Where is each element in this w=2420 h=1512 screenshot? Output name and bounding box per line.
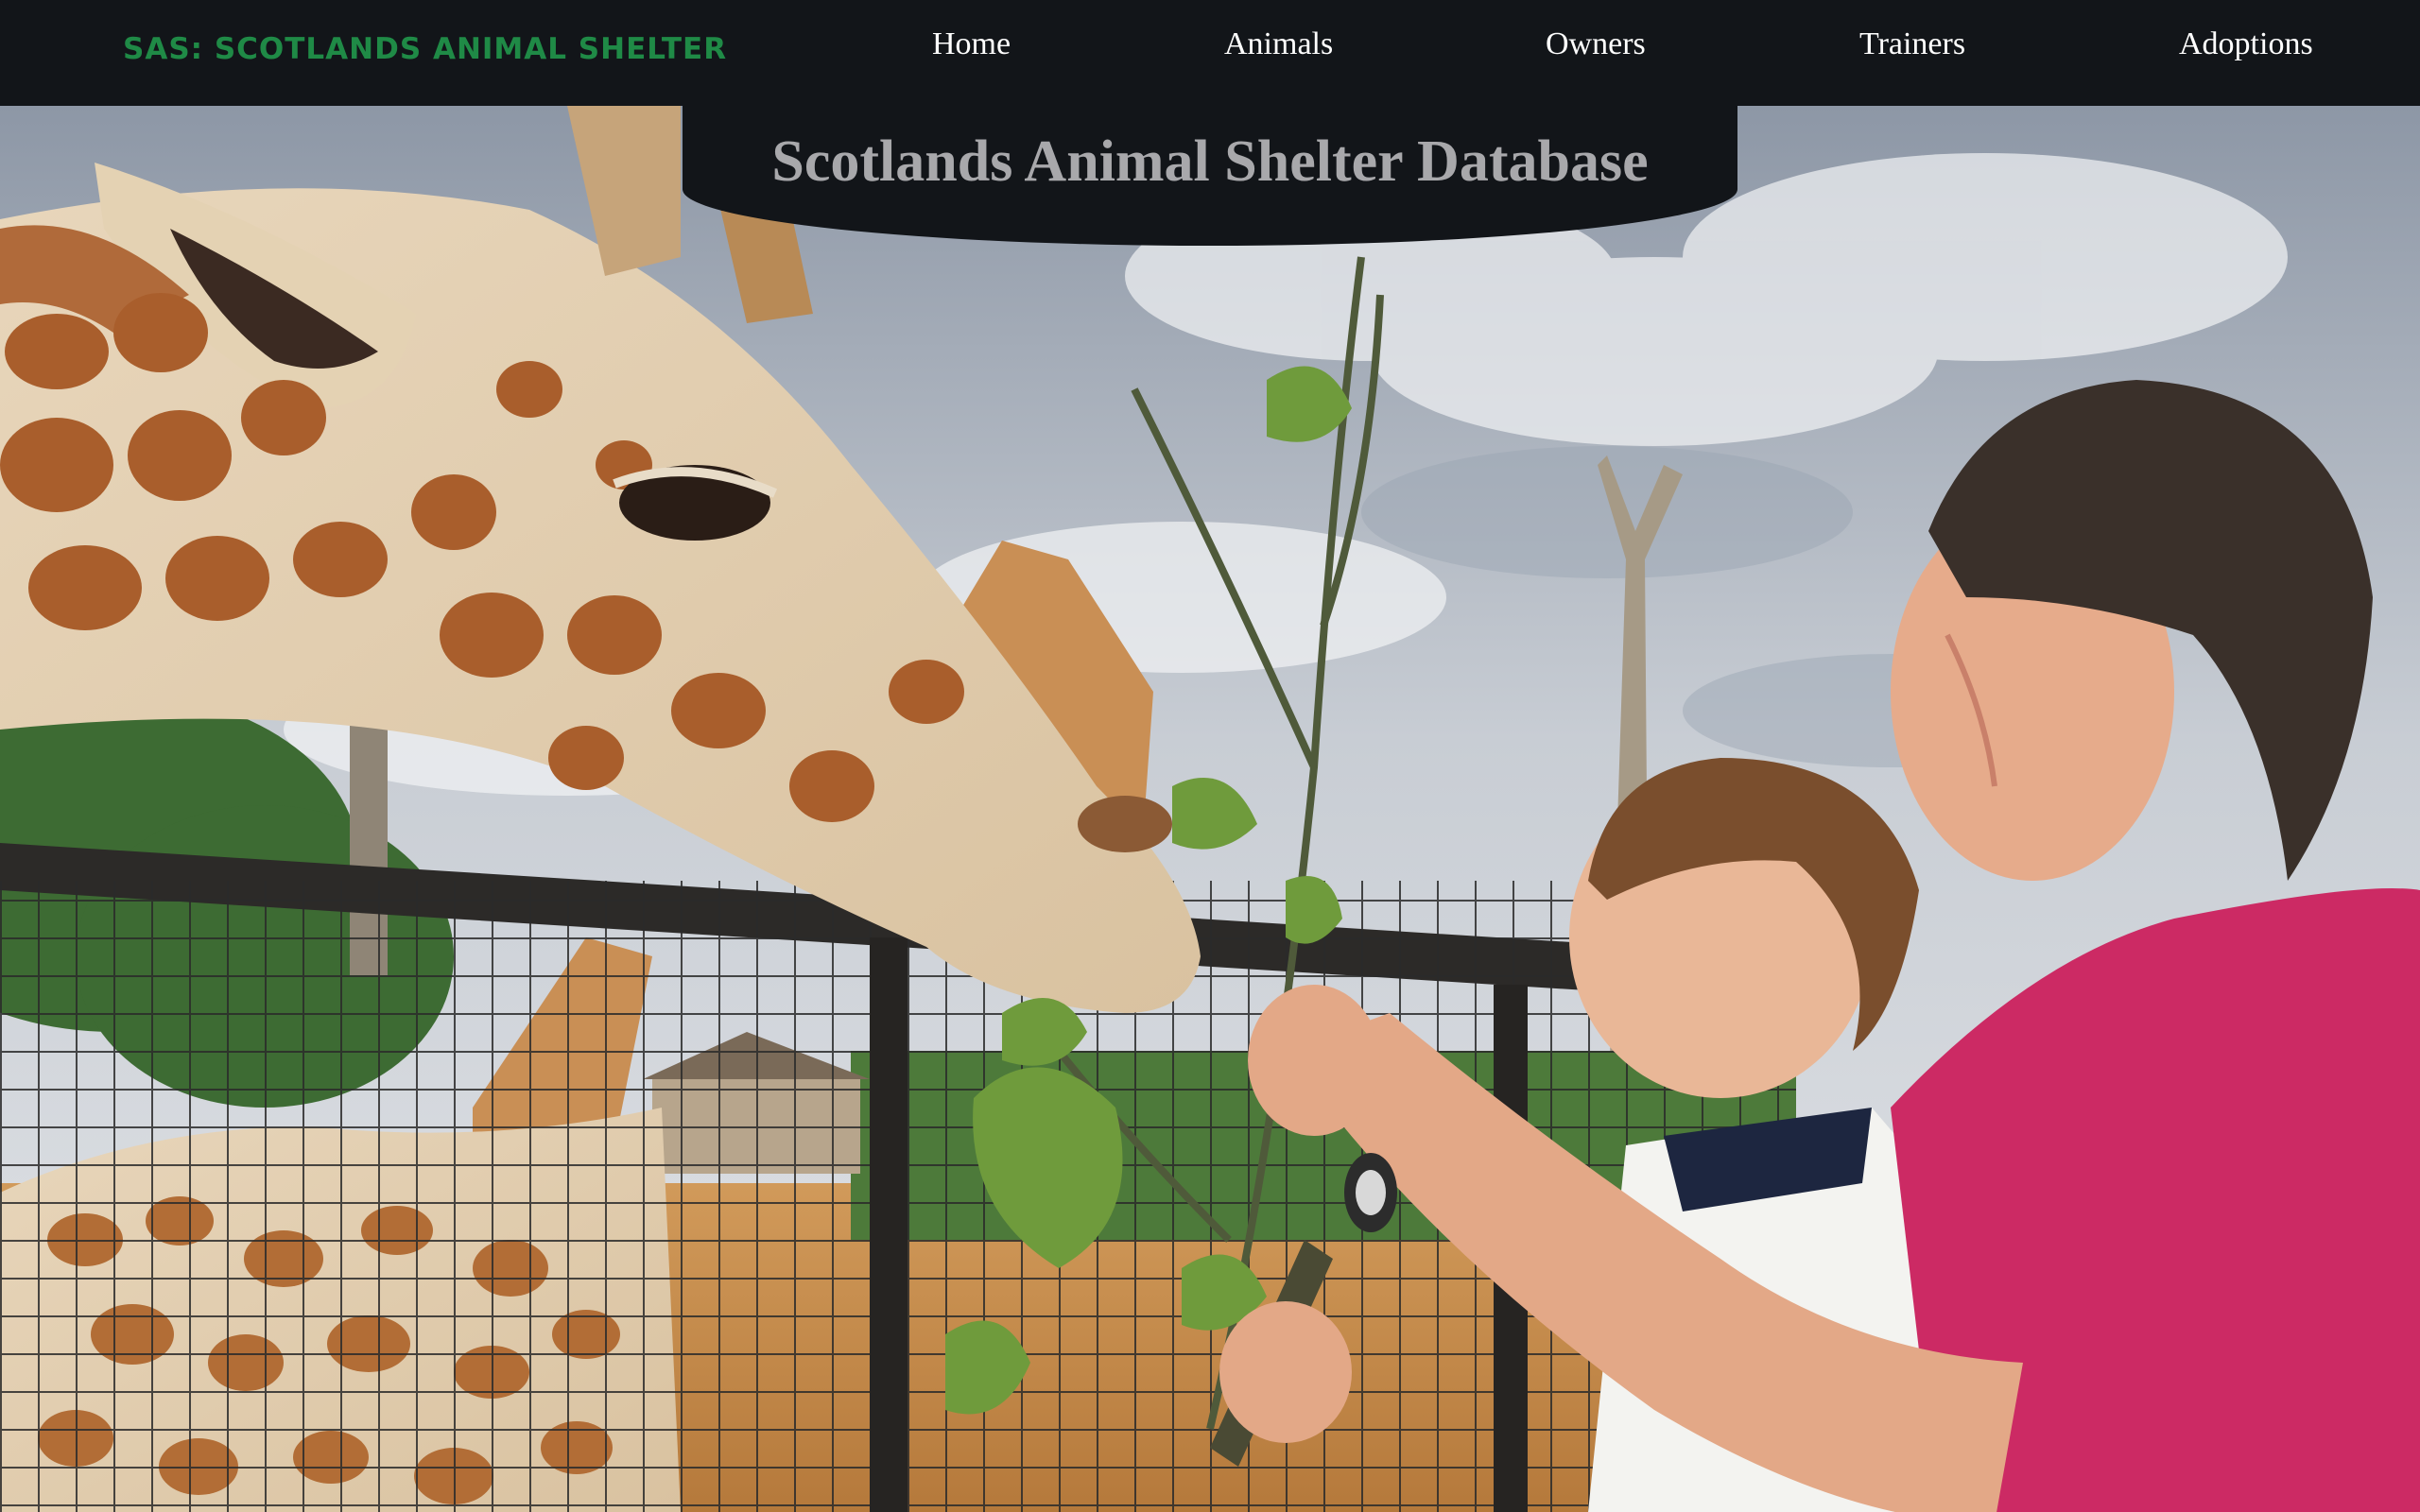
brand-logo[interactable]: SAS: Scotlands Animal Shelter [123,32,727,66]
top-navbar: SAS: Scotlands Animal Shelter Home Anima… [0,0,2420,106]
nav-animals[interactable]: Animals [1224,26,1333,62]
nav-trainers[interactable]: Trainers [1859,26,1965,62]
nav-adoptions[interactable]: Adoptions [2179,26,2313,62]
hero-title-banner: Scotlands Animal Shelter Database [683,106,1737,246]
hero-image [0,106,2420,1512]
nav-owners[interactable]: Owners [1546,26,1646,62]
page-title: Scotlands Animal Shelter Database [771,129,1649,194]
nav-home[interactable]: Home [932,26,1011,62]
hero-illustration [0,106,2420,1512]
